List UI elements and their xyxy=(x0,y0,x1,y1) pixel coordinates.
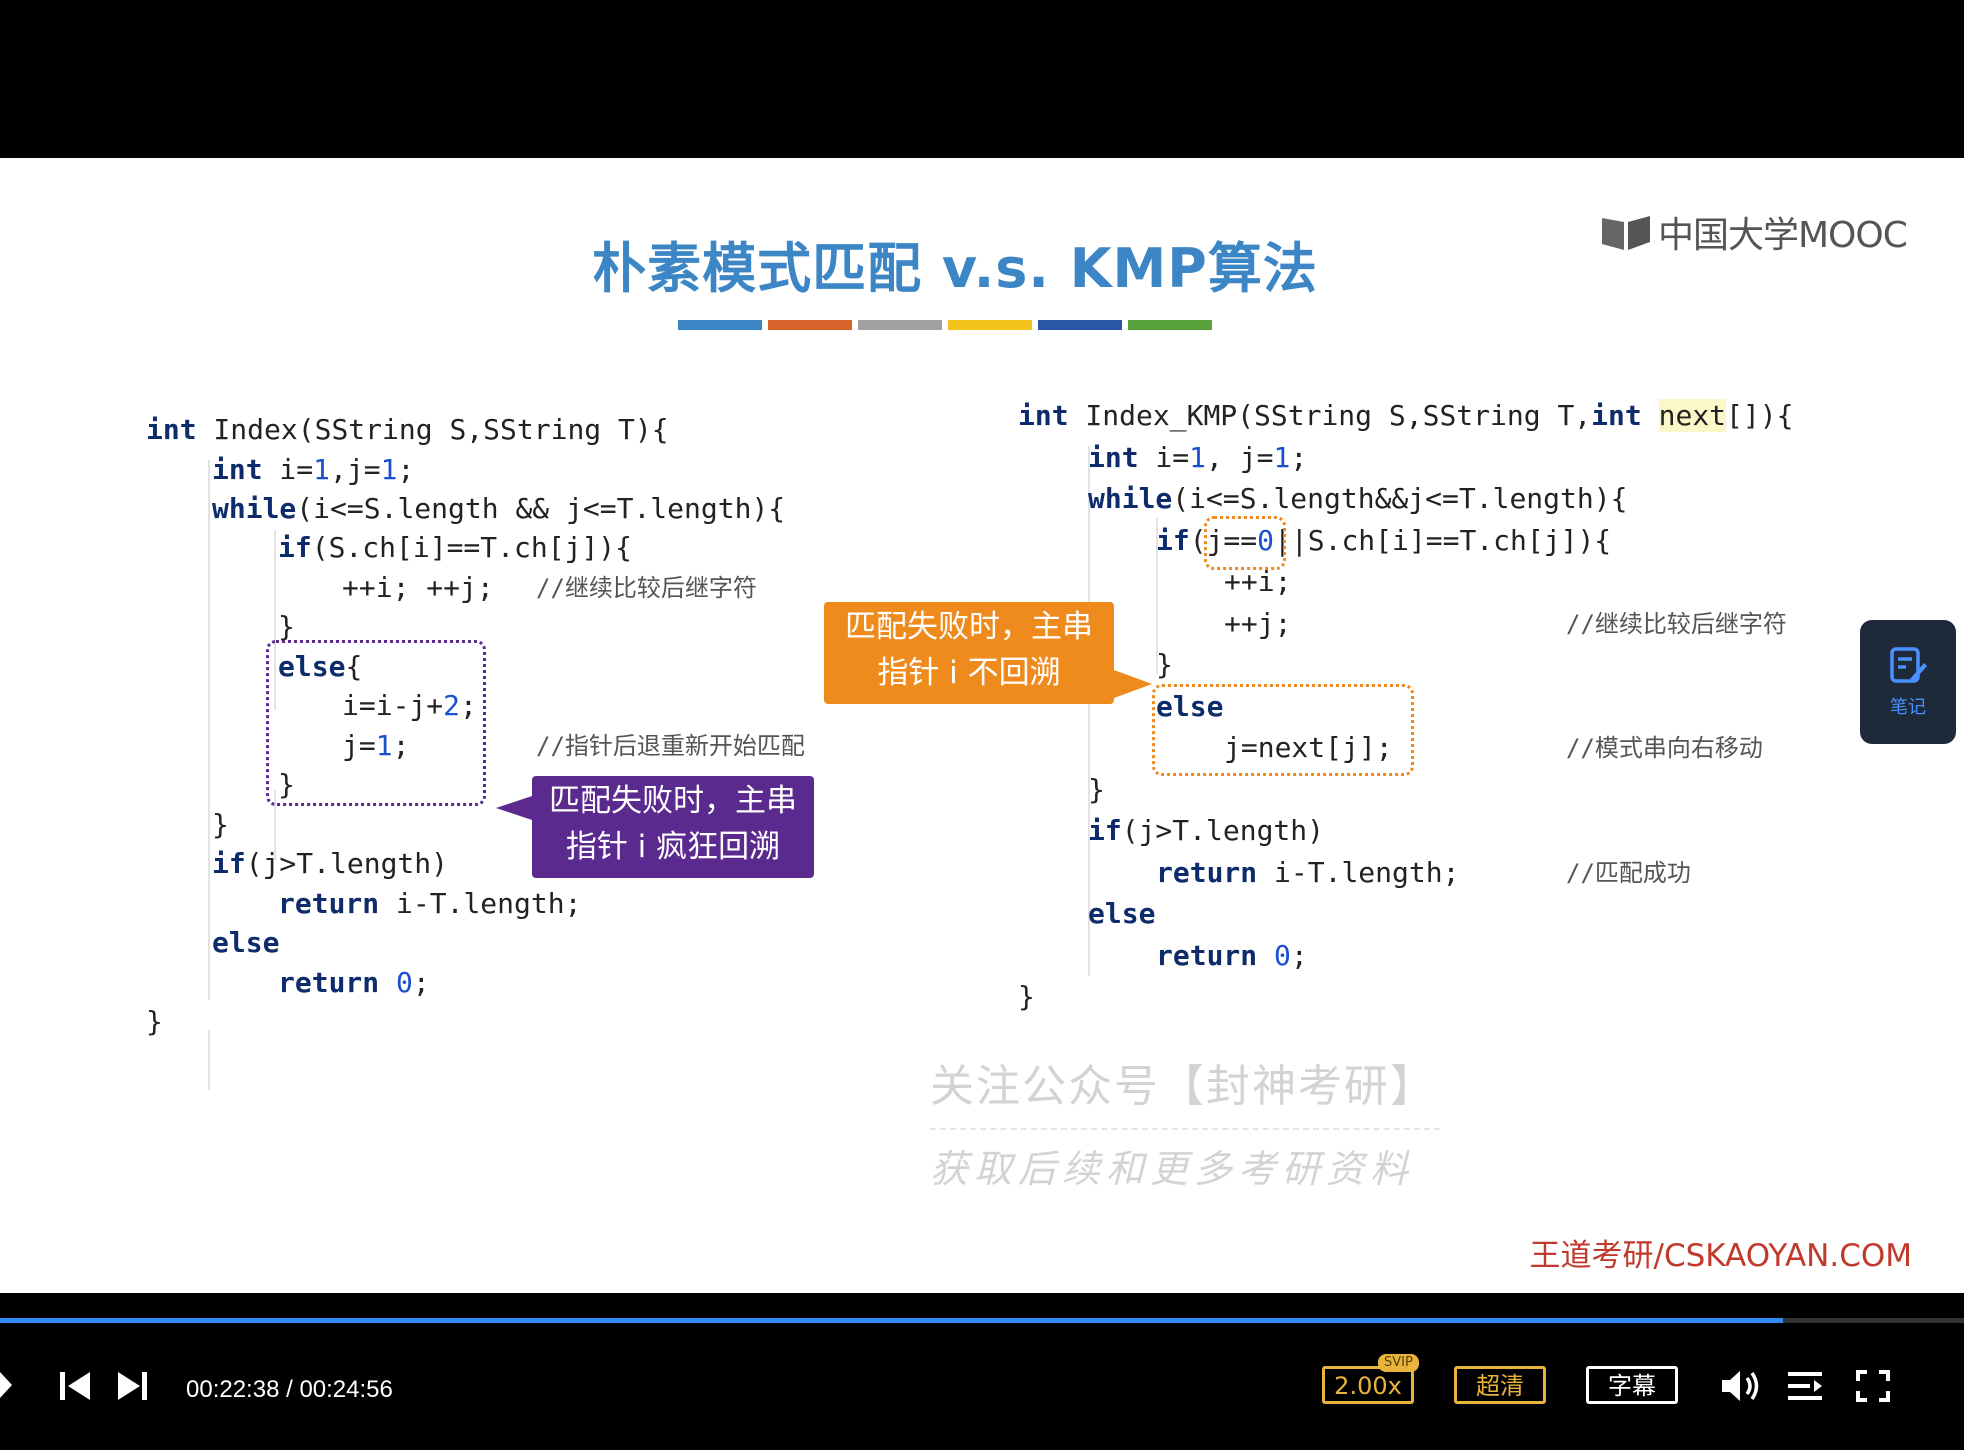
code-line: } xyxy=(212,808,229,841)
callout-line: 指针 i 不回溯 xyxy=(877,655,1061,691)
watermark-line1: 关注公众号【封神考研】 xyxy=(930,1061,1436,1112)
color-bar-blue xyxy=(678,320,762,330)
kmp-callout: 匹配失败时，主串 指针 i 不回溯 xyxy=(824,602,1114,704)
previous-icon[interactable] xyxy=(60,1372,92,1400)
code-comment: //继续比较后继字符 xyxy=(1566,610,1787,638)
logo-text: 中国大学MOOC xyxy=(1658,215,1908,256)
video-frame: 朴素模式匹配 v.s. KMP算法 中国大学MOOC int Index(SSt… xyxy=(0,158,1964,1293)
code-line: } xyxy=(1018,980,1035,1013)
book-icon xyxy=(1602,216,1650,250)
code-line: ++i; ++j; xyxy=(342,571,494,604)
indent-guide xyxy=(208,1030,210,1090)
code-line: while(i<=S.length && j<=T.length){ xyxy=(212,492,786,525)
brand-footer: 王道考研/CSKAOYAN.COM xyxy=(1529,1238,1913,1274)
j-eq-0-highlight-box xyxy=(1204,516,1286,570)
code-comment: //匹配成功 xyxy=(1566,859,1691,887)
time-separator: / xyxy=(279,1376,300,1403)
code-comment: //继续比较后继字符 xyxy=(536,574,757,602)
code-line: return 0; xyxy=(1156,939,1308,972)
code-comment: //指针后退重新开始匹配 xyxy=(536,732,805,760)
color-bar-navy xyxy=(1038,320,1122,330)
player-controls: 00:22:38 / 00:24:56 2.00x SVIP 超清 字幕 xyxy=(0,1340,1964,1430)
callout-line: 匹配失败时，主串 xyxy=(845,609,1093,645)
subtitle-button[interactable]: 字幕 xyxy=(1586,1366,1678,1404)
note-label: 笔记 xyxy=(1890,697,1926,718)
quality-value: 超清 xyxy=(1476,1372,1524,1400)
callout-line: 匹配失败时，主串 xyxy=(549,783,797,819)
note-edit-icon xyxy=(1890,647,1927,683)
svip-badge: SVIP xyxy=(1378,1354,1419,1372)
code-line: int Index(SString S,SString T){ xyxy=(146,413,669,446)
code-line: int Index_KMP(SString S,SString T,int ne… xyxy=(1018,399,1794,432)
code-line: if(j>T.length) xyxy=(212,847,449,880)
color-bar xyxy=(678,320,1212,330)
indent-guide xyxy=(1088,936,1090,976)
color-bar-green xyxy=(1128,320,1212,330)
volume-icon[interactable] xyxy=(1720,1368,1764,1404)
playlist-icon[interactable] xyxy=(1788,1370,1824,1402)
current-time: 00:22:38 xyxy=(186,1376,280,1403)
next-highlight: next xyxy=(1658,399,1727,432)
indent-guide xyxy=(208,460,210,1000)
quality-button[interactable]: 超清 xyxy=(1454,1366,1546,1404)
next-icon[interactable] xyxy=(116,1372,148,1400)
code-line: else xyxy=(212,926,280,959)
play-icon[interactable] xyxy=(0,1370,14,1400)
code-line: } xyxy=(1156,648,1173,681)
color-bar-yellow xyxy=(948,320,1032,330)
indent-guide xyxy=(1088,446,1090,966)
watermark-divider xyxy=(930,1128,1440,1130)
progress-fill xyxy=(0,1318,1784,1323)
code-line: if(j>T.length) xyxy=(1088,814,1325,847)
code-line: } xyxy=(1088,773,1105,806)
code-line: while(i<=S.length&&j<=T.length){ xyxy=(1088,482,1628,515)
speed-value: 2.00x xyxy=(1334,1372,1402,1400)
callout-pointer xyxy=(496,796,532,820)
color-bar-gray xyxy=(858,320,942,330)
note-button[interactable]: 笔记 xyxy=(1860,620,1956,744)
else-next-highlight-box xyxy=(1152,684,1414,776)
code-line: return i-T.length; xyxy=(1156,856,1460,889)
code-line: else xyxy=(1088,897,1156,930)
time-display: 00:22:38 / 00:24:56 xyxy=(186,1376,393,1404)
code-comment: //模式串向右移动 xyxy=(1566,734,1763,762)
callout-line: 指针 i 疯狂回溯 xyxy=(565,829,781,865)
fullscreen-icon[interactable] xyxy=(1856,1370,1890,1402)
code-line: ++j; xyxy=(1224,607,1292,640)
mooc-logo: 中国大学MOOC xyxy=(1600,206,1908,258)
code-line: } xyxy=(146,1005,163,1038)
code-line: return i-T.length; xyxy=(278,887,582,920)
code-line: int i=1,j=1; xyxy=(212,453,415,486)
else-highlight-box xyxy=(266,640,486,806)
watermark-line2: 获取后续和更多考研资料 xyxy=(930,1147,1415,1191)
code-line: if(S.ch[i]==T.ch[j]){ xyxy=(278,531,633,564)
naive-callout: 匹配失败时，主串 指针 i 疯狂回溯 xyxy=(532,776,814,878)
code-line: int i=1, j=1; xyxy=(1088,441,1308,474)
subtitle-label: 字幕 xyxy=(1608,1372,1656,1400)
progress-bar[interactable] xyxy=(0,1318,1964,1323)
callout-pointer xyxy=(1114,670,1152,698)
code-line: return 0; xyxy=(278,966,430,999)
total-time: 00:24:56 xyxy=(299,1376,393,1403)
color-bar-orange xyxy=(768,320,852,330)
